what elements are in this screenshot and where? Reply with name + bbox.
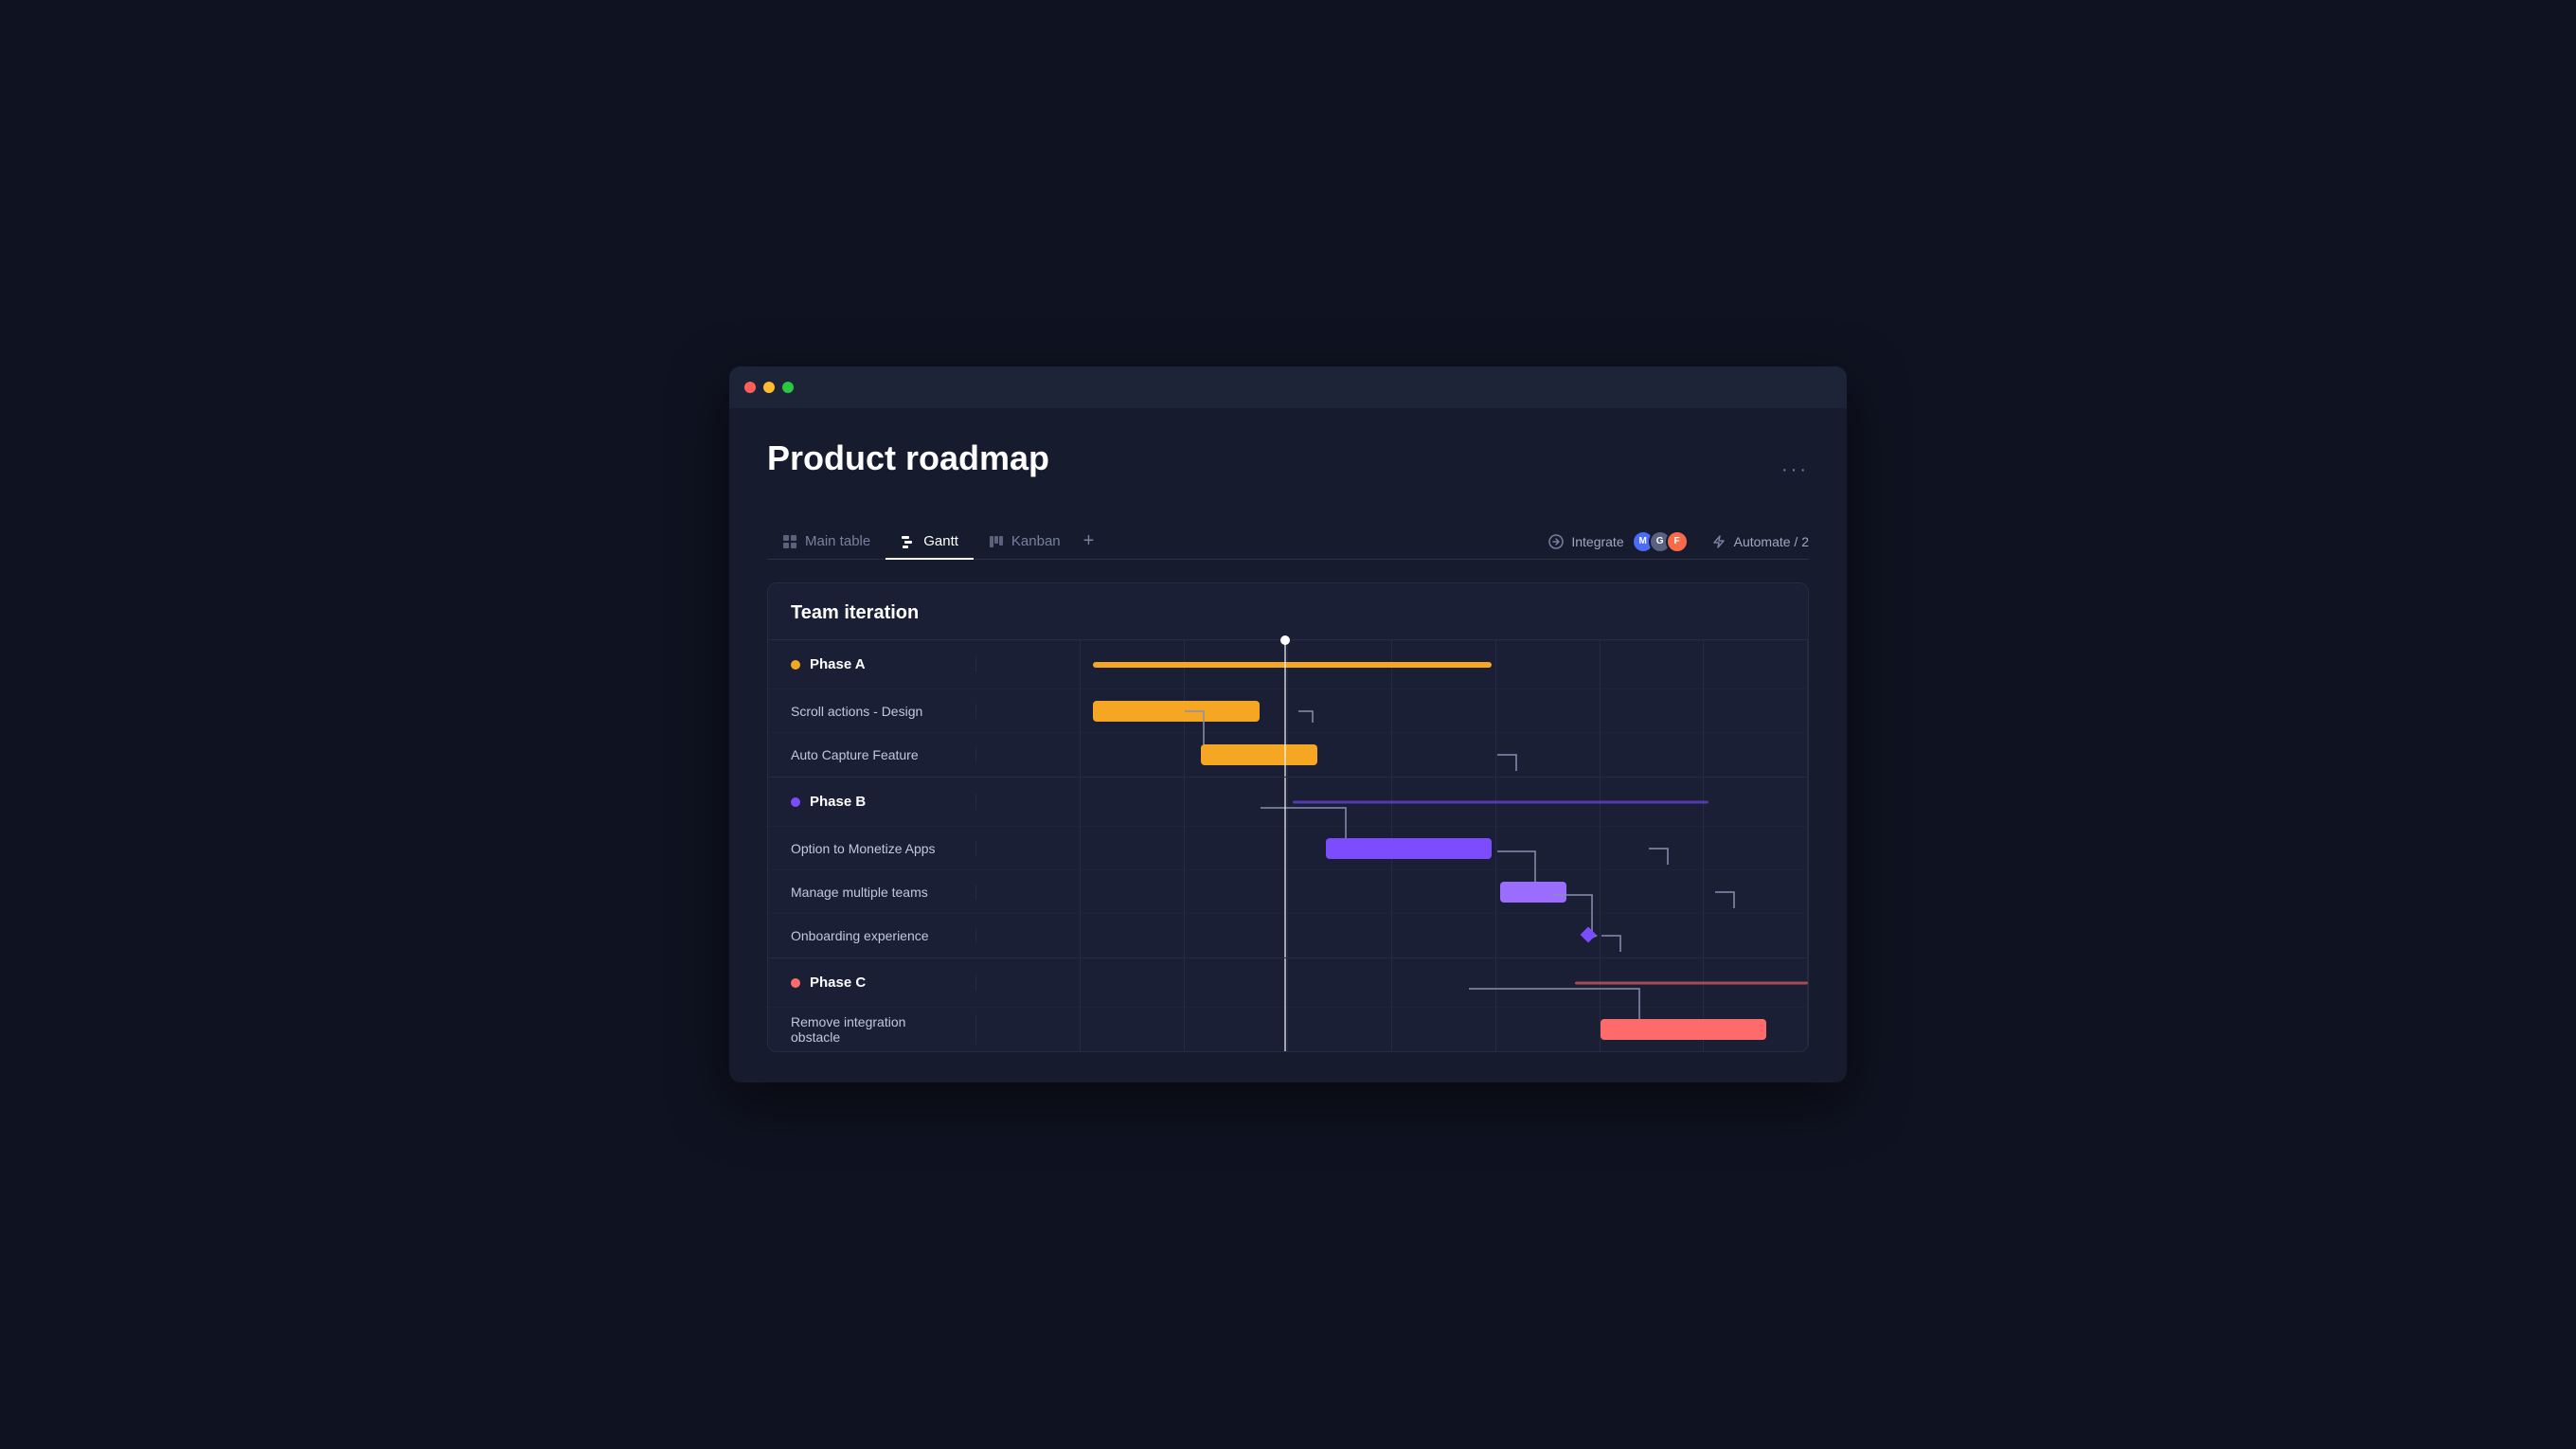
gantt-board: Team iteration Phase A <box>767 582 1809 1052</box>
task-row-scroll-actions: Scroll actions - Design <box>768 689 1808 733</box>
tab-gantt-label: Gantt <box>923 533 958 549</box>
monetize-bar <box>1326 838 1493 859</box>
automate-button[interactable]: Automate / 2 <box>1711 534 1809 549</box>
phase-b-title: Phase B <box>810 794 866 810</box>
today-line <box>1284 640 1286 689</box>
phase-a-title: Phase A <box>810 656 866 672</box>
teams-bar-area <box>976 870 1808 914</box>
phase-b-line <box>1293 800 1708 803</box>
gantt-container: Phase A <box>768 639 1808 1051</box>
titlebar <box>729 367 1847 408</box>
phase-c-bar-area <box>976 958 1808 1008</box>
phase-a-bar-area <box>976 640 1808 689</box>
maximize-button[interactable] <box>782 382 794 393</box>
tabs-bar: Main table Gantt Kanban + <box>767 524 1809 560</box>
today-dot <box>1280 635 1290 645</box>
today-line-teams <box>1284 870 1286 914</box>
page-title: Product roadmap <box>767 438 1049 478</box>
today-line-sa <box>1284 689 1286 733</box>
kanban-icon <box>989 534 1004 549</box>
phase-group-b: Phase B <box>768 777 1808 957</box>
phase-c-label: Phase C <box>768 975 976 991</box>
integration-bar-area <box>976 1008 1808 1051</box>
onboarding-label: Onboarding experience <box>768 928 976 943</box>
today-line-mon <box>1284 827 1286 870</box>
main-content: Product roadmap ··· Main table <box>729 408 1847 1082</box>
integrate-label: Integrate <box>1571 534 1623 549</box>
task-row-integration: Remove integration obstacle <box>768 1008 1808 1051</box>
tab-gantt[interactable]: Gantt <box>886 524 974 559</box>
scroll-actions-bar <box>1093 701 1260 722</box>
phase-b-bar-area <box>976 778 1808 827</box>
integration-bar <box>1601 1019 1767 1040</box>
more-options-button[interactable]: ··· <box>1781 459 1809 481</box>
phase-a-bar <box>1093 662 1492 668</box>
close-button[interactable] <box>744 382 756 393</box>
tabs-right: Integrate M G F Automate / 2 <box>1548 530 1809 553</box>
gantt-icon <box>901 534 916 549</box>
phase-c-dot <box>791 978 800 988</box>
tab-kanban[interactable]: Kanban <box>974 524 1076 559</box>
table-icon <box>782 534 797 549</box>
auto-capture-bar <box>1201 744 1317 765</box>
tab-kanban-label: Kanban <box>1011 533 1061 549</box>
phase-row-c: Phase C <box>768 958 1808 1008</box>
add-view-button[interactable]: + <box>1076 530 1102 552</box>
today-line-ac <box>1284 733 1286 777</box>
phase-b-label: Phase B <box>768 794 976 810</box>
phase-group-a: Phase A <box>768 639 1808 777</box>
scroll-actions-label: Scroll actions - Design <box>768 704 976 719</box>
today-line-pc <box>1284 958 1286 1008</box>
task-row-onboarding: Onboarding experience <box>768 914 1808 957</box>
task-row-auto-capture: Auto Capture Feature <box>768 733 1808 777</box>
monetize-label: Option to Monetize Apps <box>768 841 976 856</box>
automate-label: Automate / 2 <box>1734 534 1809 549</box>
automate-icon <box>1711 534 1726 549</box>
today-line-ob <box>1284 914 1286 957</box>
integration-label: Remove integration obstacle <box>768 1014 976 1045</box>
phase-row-a: Phase A <box>768 640 1808 689</box>
phase-a-dot <box>791 660 800 670</box>
phase-row-b: Phase B <box>768 778 1808 827</box>
teams-bar <box>1500 882 1566 903</box>
tab-main-table[interactable]: Main table <box>767 524 886 559</box>
teams-label: Manage multiple teams <box>768 885 976 900</box>
auto-capture-bar-area <box>976 733 1808 777</box>
minimize-button[interactable] <box>763 382 775 393</box>
board-title: Team iteration <box>768 583 1808 639</box>
monetize-bar-area <box>976 827 1808 870</box>
today-line-pb <box>1284 778 1286 827</box>
phase-group-c: Phase C <box>768 957 1808 1051</box>
avatar-3: F <box>1666 530 1689 553</box>
phase-c-title: Phase C <box>810 975 866 991</box>
integrate-icon <box>1548 534 1564 549</box>
phase-c-line <box>1575 981 1808 984</box>
app-window: Product roadmap ··· Main table <box>729 367 1847 1082</box>
avatar-group: M G F <box>1632 530 1689 553</box>
phase-a-label: Phase A <box>768 656 976 672</box>
integrate-button[interactable]: Integrate M G F <box>1548 530 1688 553</box>
tab-main-table-label: Main table <box>805 533 870 549</box>
task-row-teams: Manage multiple teams <box>768 870 1808 914</box>
phase-b-dot <box>791 797 800 807</box>
today-line-int <box>1284 1008 1286 1051</box>
task-row-monetize: Option to Monetize Apps <box>768 827 1808 870</box>
scroll-actions-bar-area <box>976 689 1808 733</box>
onboarding-bar-area <box>976 914 1808 957</box>
auto-capture-label: Auto Capture Feature <box>768 747 976 762</box>
